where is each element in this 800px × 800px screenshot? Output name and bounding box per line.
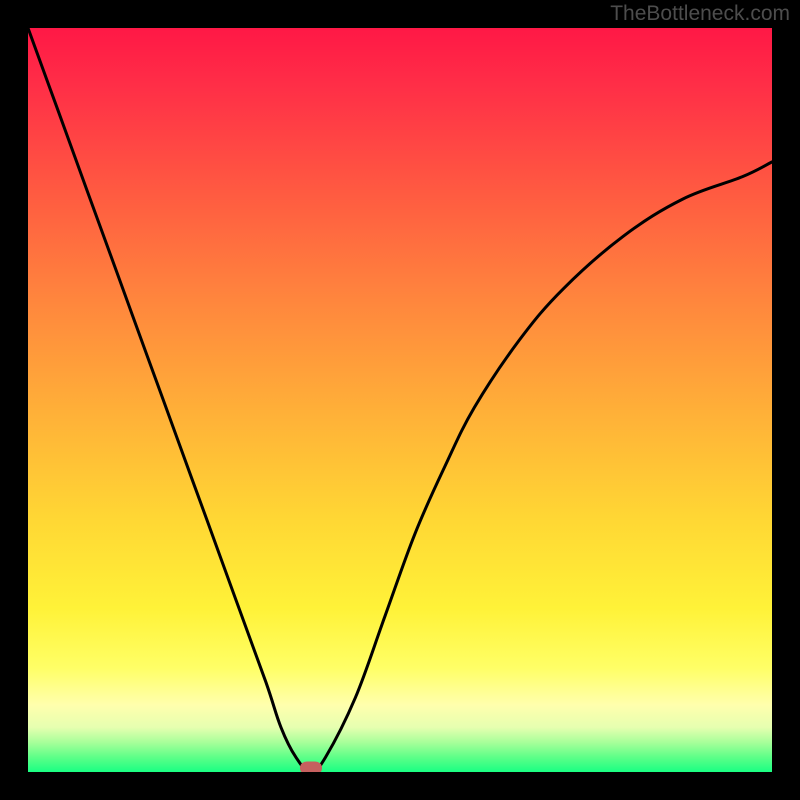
curve-path	[28, 28, 772, 772]
bottleneck-curve	[28, 28, 772, 772]
watermark-text: TheBottleneck.com	[610, 2, 790, 26]
optimal-marker	[300, 762, 322, 773]
plot-area	[28, 28, 772, 772]
chart-frame: TheBottleneck.com	[0, 0, 800, 800]
